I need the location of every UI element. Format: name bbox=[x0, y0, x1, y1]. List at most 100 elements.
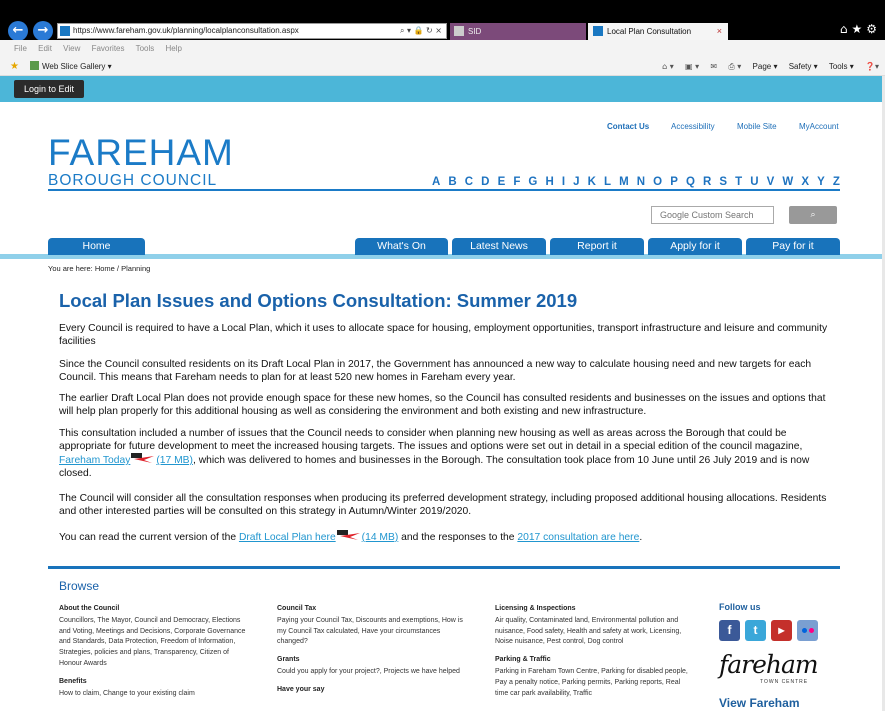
nav-home[interactable]: Home bbox=[48, 238, 145, 255]
address-bar[interactable]: https://www.fareham.gov.uk/planning/loca… bbox=[57, 23, 447, 39]
fareham-today-size-link[interactable]: (17 MB) bbox=[156, 455, 193, 466]
az-letter-p[interactable]: P bbox=[670, 176, 678, 188]
favorites-star-icon[interactable]: ★ bbox=[10, 57, 19, 76]
my-account-link[interactable]: MyAccount bbox=[799, 122, 839, 131]
nav-report-it[interactable]: Report it bbox=[550, 238, 644, 255]
az-letter-e[interactable]: E bbox=[498, 176, 506, 188]
nav-latest-news[interactable]: Latest News bbox=[452, 238, 546, 255]
search-input[interactable] bbox=[651, 206, 774, 224]
az-letter-d[interactable]: D bbox=[481, 176, 489, 188]
az-letter-h[interactable]: H bbox=[545, 176, 553, 188]
draft-local-plan-link[interactable]: Draft Local Plan here bbox=[239, 532, 336, 543]
council-logo-main[interactable]: FAREHAM bbox=[48, 133, 234, 173]
settings-gear-icon[interactable]: ⚙ bbox=[866, 22, 881, 36]
browse-links[interactable]: How to claim, Change to your existing cl… bbox=[59, 689, 249, 700]
az-letter-s[interactable]: S bbox=[719, 176, 727, 188]
az-letter-j[interactable]: J bbox=[573, 176, 579, 188]
browse-links[interactable]: Parking in Fareham Town Centre, Parking … bbox=[495, 667, 695, 699]
az-letter-o[interactable]: O bbox=[653, 176, 662, 188]
menu-tools[interactable]: Tools bbox=[136, 44, 155, 53]
az-letter-y[interactable]: Y bbox=[817, 176, 825, 188]
consultation-paragraph: This consultation included a number of i… bbox=[59, 428, 810, 479]
forward-arrow-icon[interactable]: → bbox=[33, 21, 53, 41]
az-letter-q[interactable]: Q bbox=[686, 176, 695, 188]
twitter-icon[interactable]: t bbox=[745, 620, 766, 641]
youtube-icon[interactable]: ▶ bbox=[771, 620, 792, 641]
az-letter-z[interactable]: Z bbox=[833, 176, 840, 188]
print-icon[interactable]: ⎙ ▾ bbox=[728, 62, 741, 71]
browse-links[interactable]: Paying your Council Tax, Discounts and e… bbox=[277, 616, 472, 648]
menu-view[interactable]: View bbox=[63, 44, 80, 53]
council-logo-sub[interactable]: BOROUGH COUNCIL bbox=[48, 172, 217, 189]
az-letter-m[interactable]: M bbox=[619, 176, 629, 188]
browse-links[interactable]: Air quality, Contaminated land, Environm… bbox=[495, 616, 695, 648]
login-button[interactable]: Login to Edit bbox=[14, 80, 84, 98]
browse-links[interactable]: Councillors, The Mayor, Council and Demo… bbox=[59, 616, 249, 670]
safety-menu[interactable]: Safety ▾ bbox=[789, 62, 818, 71]
browse-title: Browse bbox=[59, 579, 100, 593]
az-letter-k[interactable]: K bbox=[588, 176, 596, 188]
nav-pay-for-it[interactable]: Pay for it bbox=[746, 238, 840, 255]
search-button[interactable]: ⌕ bbox=[789, 206, 837, 224]
tools-menu[interactable]: Tools ▾ bbox=[829, 62, 854, 71]
az-letter-b[interactable]: B bbox=[448, 176, 456, 188]
town-centre-logo[interactable]: fareham bbox=[719, 652, 819, 678]
consultation-2017-link[interactable]: 2017 consultation are here bbox=[517, 532, 639, 543]
menu-help[interactable]: Help bbox=[166, 44, 182, 53]
az-letter-c[interactable]: C bbox=[465, 176, 473, 188]
menu-edit[interactable]: Edit bbox=[38, 44, 52, 53]
address-actions-icon[interactable]: ⌕ ▾ 🔒 ↻ × bbox=[400, 24, 442, 38]
browse-links[interactable]: Could you apply for your project?, Proje… bbox=[277, 667, 472, 678]
feeds-icon[interactable]: ▣ ▾ bbox=[685, 62, 699, 71]
browse-column-2: Council Tax Paying your Council Tax, Dis… bbox=[277, 604, 472, 697]
help-icon[interactable]: ❓▾ bbox=[865, 62, 879, 71]
browse-heading[interactable]: Parking & Traffic bbox=[495, 655, 695, 666]
az-letter-a[interactable]: A bbox=[432, 176, 440, 188]
az-letter-w[interactable]: W bbox=[782, 176, 793, 188]
menu-favorites[interactable]: Favorites bbox=[92, 44, 125, 53]
facebook-icon[interactable]: f bbox=[719, 620, 740, 641]
mail-icon[interactable]: ✉ bbox=[710, 62, 717, 71]
web-slice-gallery[interactable]: Web Slice Gallery ▾ bbox=[30, 57, 112, 76]
browse-heading[interactable]: Licensing & Inspections bbox=[495, 604, 695, 615]
back-arrow-icon[interactable]: ← bbox=[8, 21, 28, 41]
tab-favicon-icon bbox=[454, 26, 464, 36]
tab-sid[interactable]: SID bbox=[450, 23, 586, 40]
browser-toolbar-icons[interactable]: ⌂★⚙ bbox=[840, 22, 881, 36]
view-fareham-link[interactable]: View Fareham bbox=[719, 696, 799, 710]
favorites-star-icon[interactable]: ★ bbox=[851, 22, 866, 36]
browse-heading[interactable]: Council Tax bbox=[277, 604, 472, 615]
browse-heading[interactable]: About the Council bbox=[59, 604, 249, 615]
nav-apply-for-it[interactable]: Apply for it bbox=[648, 238, 742, 255]
a-z-index: ABCDEFGHIJKLMNOPQRSTUVWXYZ bbox=[432, 176, 840, 188]
tab-local-plan[interactable]: Local Plan Consultation × bbox=[588, 23, 728, 40]
page-menu[interactable]: Page ▾ bbox=[753, 62, 778, 71]
browse-heading[interactable]: Grants bbox=[277, 655, 472, 666]
az-letter-f[interactable]: F bbox=[513, 176, 520, 188]
home-icon[interactable]: ⌂ bbox=[840, 22, 852, 36]
flickr-icon[interactable] bbox=[797, 620, 818, 641]
browse-column-1: About the Council Councillors, The Mayor… bbox=[59, 604, 249, 706]
az-letter-n[interactable]: N bbox=[637, 176, 645, 188]
az-letter-v[interactable]: V bbox=[767, 176, 775, 188]
browse-heading[interactable]: Have your say bbox=[277, 685, 472, 696]
accessibility-link[interactable]: Accessibility bbox=[671, 122, 715, 131]
tab-close-icon[interactable]: × bbox=[717, 23, 722, 40]
home-icon[interactable]: ⌂ ▾ bbox=[662, 62, 674, 71]
az-letter-g[interactable]: G bbox=[528, 176, 537, 188]
mobile-site-link[interactable]: Mobile Site bbox=[737, 122, 777, 131]
favorites-bar: ★ Web Slice Gallery ▾ ⌂ ▾ ▣ ▾ ✉ ⎙ ▾ Page… bbox=[0, 57, 885, 76]
az-letter-l[interactable]: L bbox=[604, 176, 611, 188]
az-letter-u[interactable]: U bbox=[750, 176, 758, 188]
az-letter-r[interactable]: R bbox=[703, 176, 711, 188]
browser-titlebar: ← → https://www.fareham.gov.uk/planning/… bbox=[0, 0, 885, 41]
browse-heading[interactable]: Benefits bbox=[59, 677, 249, 688]
az-letter-x[interactable]: X bbox=[801, 176, 809, 188]
az-letter-t[interactable]: T bbox=[735, 176, 742, 188]
nav-whats-on[interactable]: What's On bbox=[355, 238, 448, 255]
menu-file[interactable]: File bbox=[14, 44, 27, 53]
draft-local-plan-size-link[interactable]: (14 MB) bbox=[362, 532, 399, 543]
az-letter-i[interactable]: I bbox=[562, 176, 565, 188]
contact-us-link[interactable]: Contact Us bbox=[607, 122, 649, 131]
fareham-today-link[interactable]: Fareham Today bbox=[59, 455, 130, 466]
